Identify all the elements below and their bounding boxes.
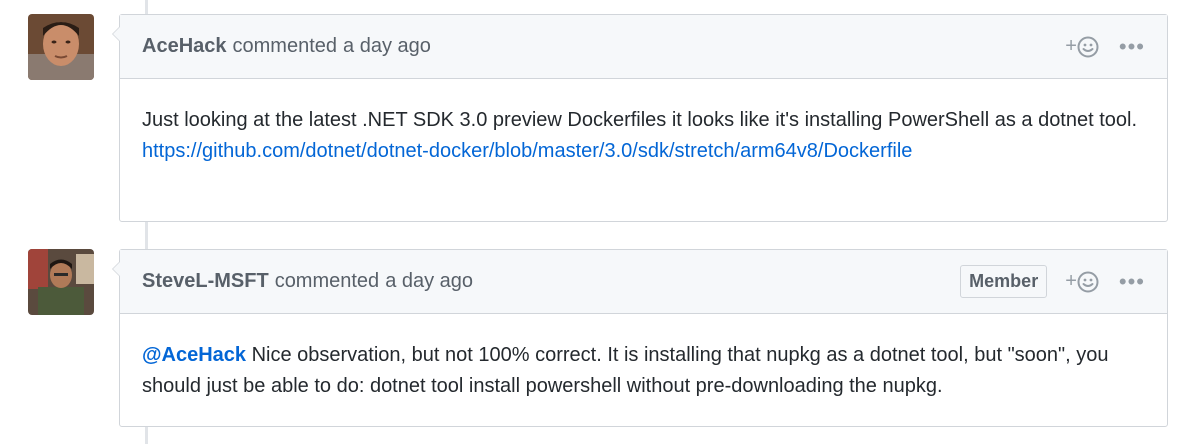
- member-badge: Member: [960, 265, 1048, 298]
- comment-actions: Member + •••: [960, 265, 1145, 298]
- avatar-acehack[interactable]: [28, 14, 94, 80]
- comment-acehack: AceHack commented a day ago + ••• Just lo…: [112, 14, 1168, 222]
- kebab-horizontal-icon: •••: [1118, 268, 1145, 294]
- comment-actions: + •••: [1065, 35, 1145, 58]
- plus-icon: +: [1065, 35, 1077, 57]
- comment-author[interactable]: SteveL-MSFT: [142, 270, 269, 293]
- more-options-button[interactable]: •••: [1118, 268, 1145, 294]
- comment-author[interactable]: AceHack: [142, 35, 227, 58]
- comment-verb: commented: [274, 270, 380, 292]
- smiley-icon: [1077, 36, 1099, 57]
- kebab-horizontal-icon: •••: [1118, 33, 1145, 59]
- plus-icon: +: [1065, 270, 1077, 292]
- timeline-connector: [145, 425, 148, 444]
- comment-verb: commented: [232, 35, 338, 57]
- add-reaction-button[interactable]: +: [1065, 270, 1099, 293]
- add-reaction-button[interactable]: +: [1065, 35, 1099, 58]
- avatar-stevel-msft[interactable]: [28, 249, 94, 315]
- user-mention[interactable]: @AceHack: [142, 344, 246, 366]
- comment-timestamp[interactable]: a day ago: [343, 35, 431, 57]
- comment-stevel-msft: SteveL-MSFT commented a day ago Member + …: [112, 249, 1168, 427]
- smiley-icon: [1077, 271, 1099, 292]
- comment-header: AceHack commented a day ago + •••: [120, 15, 1167, 79]
- comment-text: Nice observation, but not 100% correct. …: [142, 344, 1109, 397]
- timeline-connector: [145, 0, 148, 14]
- dockerfile-link[interactable]: https://github.com/dotnet/dotnet-docker/…: [142, 140, 912, 162]
- comment-timestamp[interactable]: a day ago: [385, 270, 473, 292]
- comment-header: SteveL-MSFT commented a day ago Member + …: [120, 250, 1167, 314]
- comment-body: @AceHack Nice observation, but not 100% …: [120, 314, 1167, 424]
- more-options-button[interactable]: •••: [1118, 33, 1145, 59]
- comment-text: Just looking at the latest .NET SDK 3.0 …: [142, 109, 1138, 131]
- timeline-connector: [145, 220, 148, 249]
- comment-body: Just looking at the latest .NET SDK 3.0 …: [120, 79, 1167, 189]
